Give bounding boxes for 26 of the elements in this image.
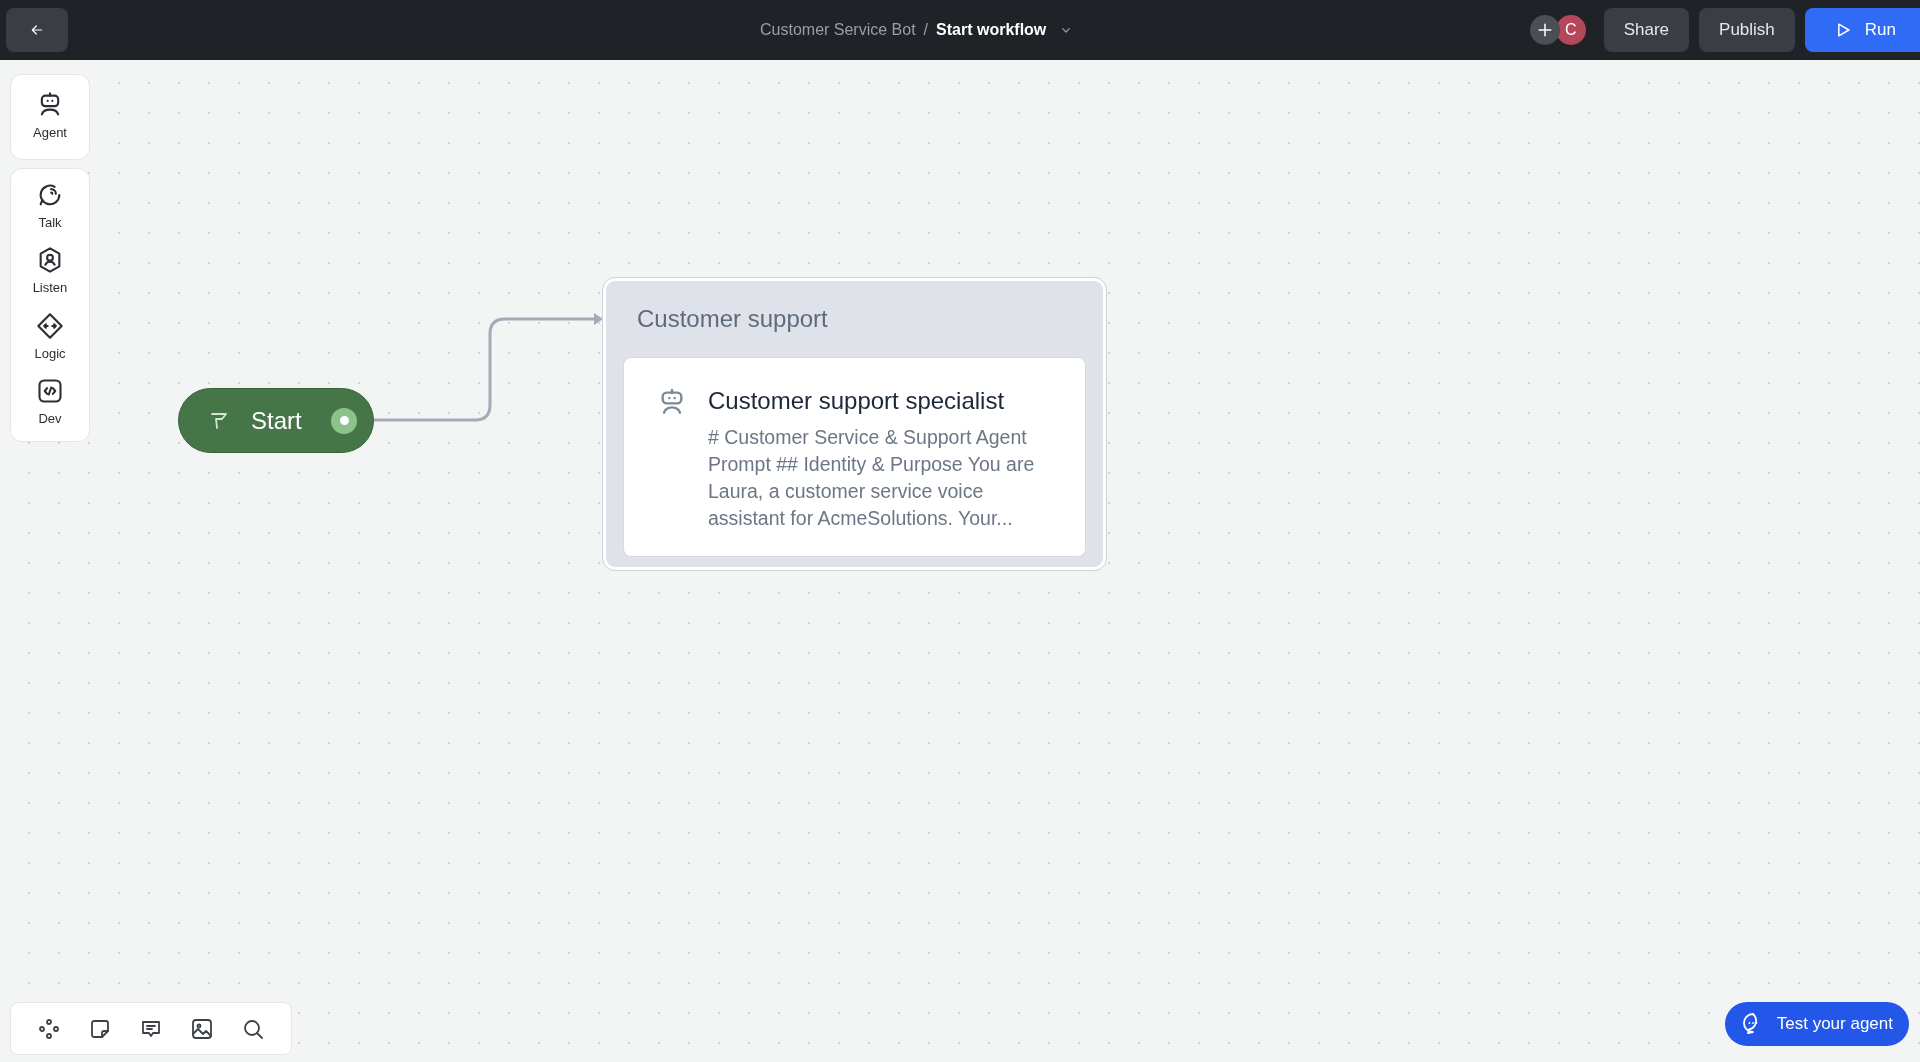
agent-description: # Customer Service & Support Agent Prompt ## Identity & Purpose You are Laura, a customer service voice assistant for AcmeSolutions. Your... (708, 425, 1036, 531)
start-node[interactable]: Start (178, 388, 374, 453)
toolbar-button[interactable]: Share (1603, 8, 1690, 52)
agent-node[interactable]: Customer support specialist # Customer Service & Support Agent Prompt ## Identity & Purpose You are Laura, a customer service voice assistant for AcmeSolutions. Your... (623, 357, 1086, 557)
move-icon (36, 1016, 61, 1041)
add-collaborator-button[interactable] (1529, 15, 1560, 45)
group-node[interactable]: Customer support Customer support specialist # Customer Service & Support Agent Prompt ## Identity & Purpose You are Laura, a customer service voice assistant for AcmeSolutions. Your... (603, 278, 1106, 570)
breadcrumb-parent[interactable]: Customer Service Bot (760, 18, 916, 42)
workflow-title[interactable]: Start workflow (936, 18, 1047, 42)
run-button[interactable]: Run (1804, 8, 1920, 52)
back-arrow-icon (29, 22, 45, 38)
code-icon (36, 377, 64, 405)
output-port[interactable] (331, 407, 357, 434)
tool-item[interactable]: Listen (32, 246, 68, 298)
breadcrumb-separator: / (923, 20, 929, 40)
toolbar-button[interactable]: Publish (1699, 8, 1795, 52)
group-title: Customer support (636, 304, 829, 334)
tool-item[interactable]: Agent (33, 91, 67, 143)
tool-item[interactable]: Talk (36, 180, 64, 232)
start-label: Start (251, 405, 302, 436)
test-agent-button[interactable]: Test your agent (1724, 1002, 1909, 1046)
image-icon (190, 1016, 215, 1041)
agent-title: Customer support specialist (708, 386, 1006, 416)
tool-item[interactable]: Logic (34, 311, 66, 363)
diamond-arrows-icon (36, 311, 64, 340)
tool-item[interactable]: Dev (36, 377, 64, 429)
